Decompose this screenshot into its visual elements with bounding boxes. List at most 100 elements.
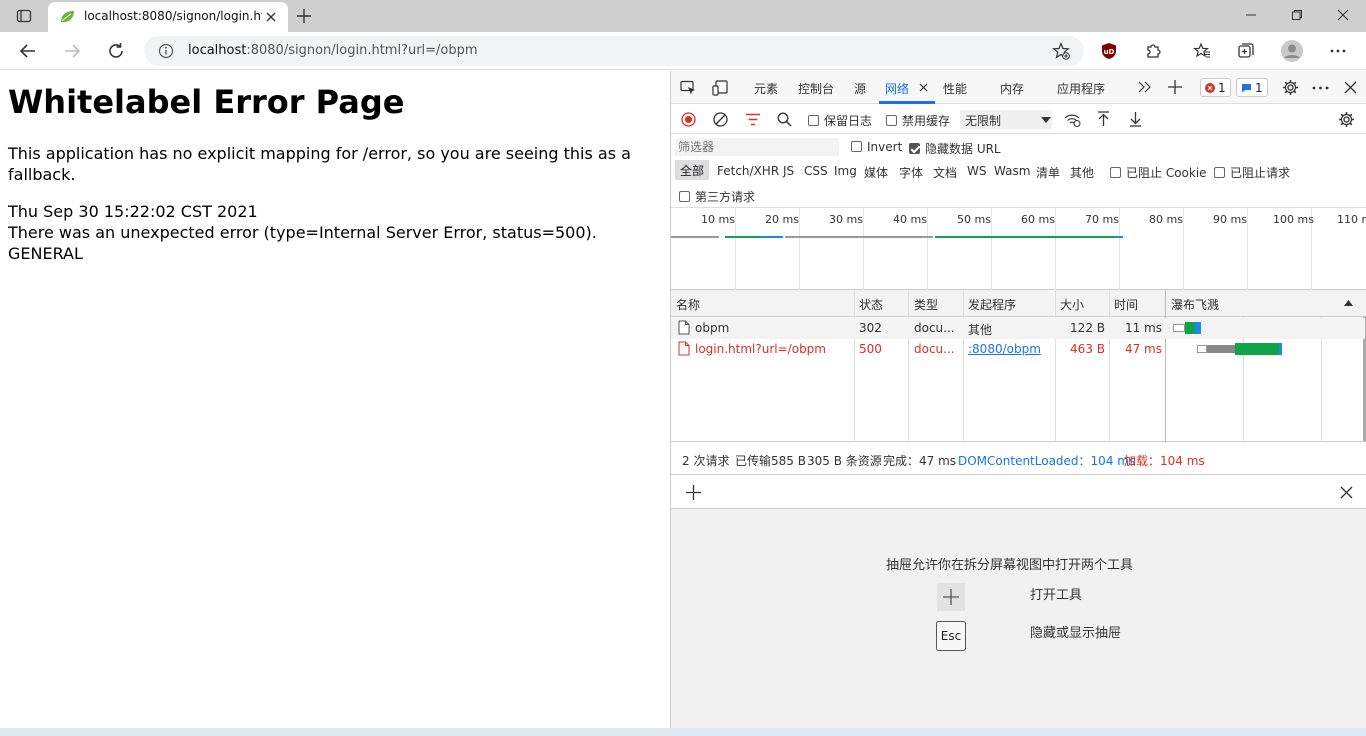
tab-console[interactable]: 控制台 (798, 80, 834, 97)
column-divider[interactable] (1165, 290, 1166, 442)
add-favorite-icon[interactable] (1052, 42, 1070, 60)
preserve-log-checkbox[interactable]: 保留日志 (808, 112, 872, 129)
blocked-cookies-label: 已阻止 Cookie (1126, 166, 1207, 180)
info-icon[interactable] (158, 43, 174, 59)
blocked-requests-checkbox[interactable]: 已阻止请求 (1214, 164, 1290, 181)
column-divider[interactable] (854, 290, 855, 442)
url-path: :8080/signon/login.html?url=/obpm (246, 43, 478, 58)
more-menu-icon[interactable] (1328, 41, 1348, 61)
forward-button[interactable] (62, 41, 82, 61)
refresh-button[interactable] (106, 41, 126, 61)
column-status[interactable]: 状态 (859, 296, 883, 313)
overview-gridline (1119, 208, 1120, 290)
disable-cache-checkbox[interactable]: 禁用缓存 (886, 112, 950, 129)
filter-type-js[interactable]: JS (783, 164, 794, 178)
network-conditions-icon[interactable] (1064, 112, 1081, 127)
filter-type-media[interactable]: 媒体 (864, 164, 888, 181)
overview-gridline (735, 208, 736, 290)
message-icon (1242, 84, 1251, 93)
column-divider[interactable] (963, 290, 964, 442)
filter-type-fetch-xhr[interactable]: Fetch/XHR (717, 164, 779, 178)
invert-checkbox[interactable]: Invert (851, 140, 902, 154)
add-tab-icon[interactable] (1168, 80, 1182, 94)
filter-type-font[interactable]: 字体 (899, 164, 923, 181)
blocked-cookies-checkbox[interactable]: 已阻止 Cookie (1110, 164, 1207, 181)
ublock-extension-icon[interactable]: uD (1099, 41, 1119, 61)
throttling-select[interactable]: 无限制 (960, 110, 1052, 129)
restore-button[interactable] (1274, 0, 1320, 30)
filter-input[interactable] (675, 138, 839, 156)
third-party-checkbox[interactable]: 第三方请求 (679, 188, 755, 205)
throttling-dropdown-icon[interactable] (1041, 117, 1051, 123)
devtools-tab-bar: 元素 控制台 源 网络 性能 内存 应用程序 1 1 (671, 71, 1366, 104)
filter-type-doc[interactable]: 文档 (933, 164, 957, 181)
filter-type-wasm[interactable]: Wasm (994, 164, 1030, 178)
clear-icon[interactable] (713, 112, 728, 127)
more-tabs-icon[interactable] (1138, 81, 1151, 93)
column-name[interactable]: 名称 (676, 296, 700, 313)
tab-performance[interactable]: 性能 (943, 80, 967, 97)
close-window-button[interactable] (1320, 0, 1366, 30)
inspect-element-icon[interactable] (680, 80, 697, 96)
hide-data-urls-checkbox[interactable]: 隐藏数据 URL (909, 140, 1001, 157)
open-tool-icon[interactable] (937, 583, 965, 611)
filter-type-css[interactable]: CSS (804, 164, 828, 178)
sort-ascending-icon[interactable] (1344, 300, 1353, 306)
column-time[interactable]: 时间 (1114, 296, 1138, 313)
customize-menu-icon[interactable] (1312, 86, 1329, 90)
column-type[interactable]: 类型 (914, 296, 938, 313)
filter-type-other[interactable]: 其他 (1070, 164, 1094, 181)
network-overview-timeline[interactable]: 10 ms 20 ms 30 ms 40 ms 50 ms 60 ms 70 m… (671, 208, 1366, 290)
settings-gear-icon[interactable] (1282, 79, 1299, 96)
collections-icon[interactable] (1236, 41, 1256, 61)
close-network-tab-icon[interactable] (919, 83, 928, 92)
favorites-icon[interactable] (1192, 41, 1212, 61)
new-tab-button[interactable] (296, 8, 312, 24)
filter-icon[interactable] (745, 113, 761, 126)
device-toolbar-icon[interactable] (712, 80, 729, 96)
tab-sources[interactable]: 源 (854, 80, 866, 97)
table-row[interactable]: login.html?url=/obpm 500 docu... :8080/o… (671, 339, 1365, 360)
tab-application[interactable]: 应用程序 (1057, 80, 1105, 97)
record-button[interactable] (681, 112, 696, 127)
column-size[interactable]: 大小 (1060, 296, 1084, 313)
request-initiator-link[interactable]: :8080/obpm (968, 342, 1041, 356)
column-divider[interactable] (1109, 290, 1110, 442)
url-text[interactable]: localhost:8080/signon/login.html?url=/ob… (188, 43, 478, 58)
close-tab-icon[interactable] (265, 11, 277, 23)
waterfall-bar-end (1195, 322, 1201, 334)
search-icon[interactable] (777, 112, 792, 127)
tab-actions-icon[interactable] (16, 8, 32, 24)
error-count-badge[interactable]: 1 (1200, 78, 1231, 97)
waterfall-bar-download (1185, 322, 1195, 334)
message-count-badge[interactable]: 1 (1236, 78, 1268, 97)
overview-bar-1-end (759, 236, 783, 238)
close-drawer-icon[interactable] (1340, 486, 1353, 499)
devtools-panel: 元素 控制台 源 网络 性能 内存 应用程序 1 1 保留日志 禁用缓存 无限制… (670, 71, 1366, 728)
filter-type-img[interactable]: Img (834, 164, 857, 178)
tab-network[interactable]: 网络 (885, 80, 909, 97)
tab-memory[interactable]: 内存 (1000, 80, 1024, 97)
address-bar[interactable]: localhost:8080/signon/login.html?url=/ob… (144, 36, 1084, 66)
column-initiator[interactable]: 发起程序 (968, 296, 1016, 313)
import-har-icon[interactable] (1097, 111, 1110, 127)
back-button[interactable] (18, 41, 38, 61)
column-waterfall[interactable]: 瀑布飞溅 (1171, 296, 1219, 313)
filter-type-ws[interactable]: WS (967, 164, 986, 178)
extensions-icon[interactable] (1143, 41, 1163, 61)
active-tab[interactable]: localhost:8080/signon/login.html?url=/ob… (48, 2, 288, 32)
drawer-add-tab-icon[interactable] (686, 485, 701, 500)
filter-type-manifest[interactable]: 清单 (1036, 164, 1060, 181)
table-row[interactable]: obpm 302 docu... 其他 122 B 11 ms (671, 318, 1365, 339)
filter-type-all[interactable]: 全部 (675, 160, 710, 180)
request-type: docu... (914, 321, 955, 335)
column-divider[interactable] (908, 290, 909, 442)
network-settings-icon[interactable] (1338, 111, 1355, 128)
overview-gridline (927, 208, 928, 290)
column-divider[interactable] (1055, 290, 1056, 442)
profile-avatar[interactable] (1280, 39, 1304, 63)
minimize-button[interactable] (1228, 0, 1274, 30)
tab-elements[interactable]: 元素 (754, 80, 778, 97)
close-devtools-icon[interactable] (1344, 81, 1357, 94)
export-har-icon[interactable] (1129, 111, 1142, 127)
